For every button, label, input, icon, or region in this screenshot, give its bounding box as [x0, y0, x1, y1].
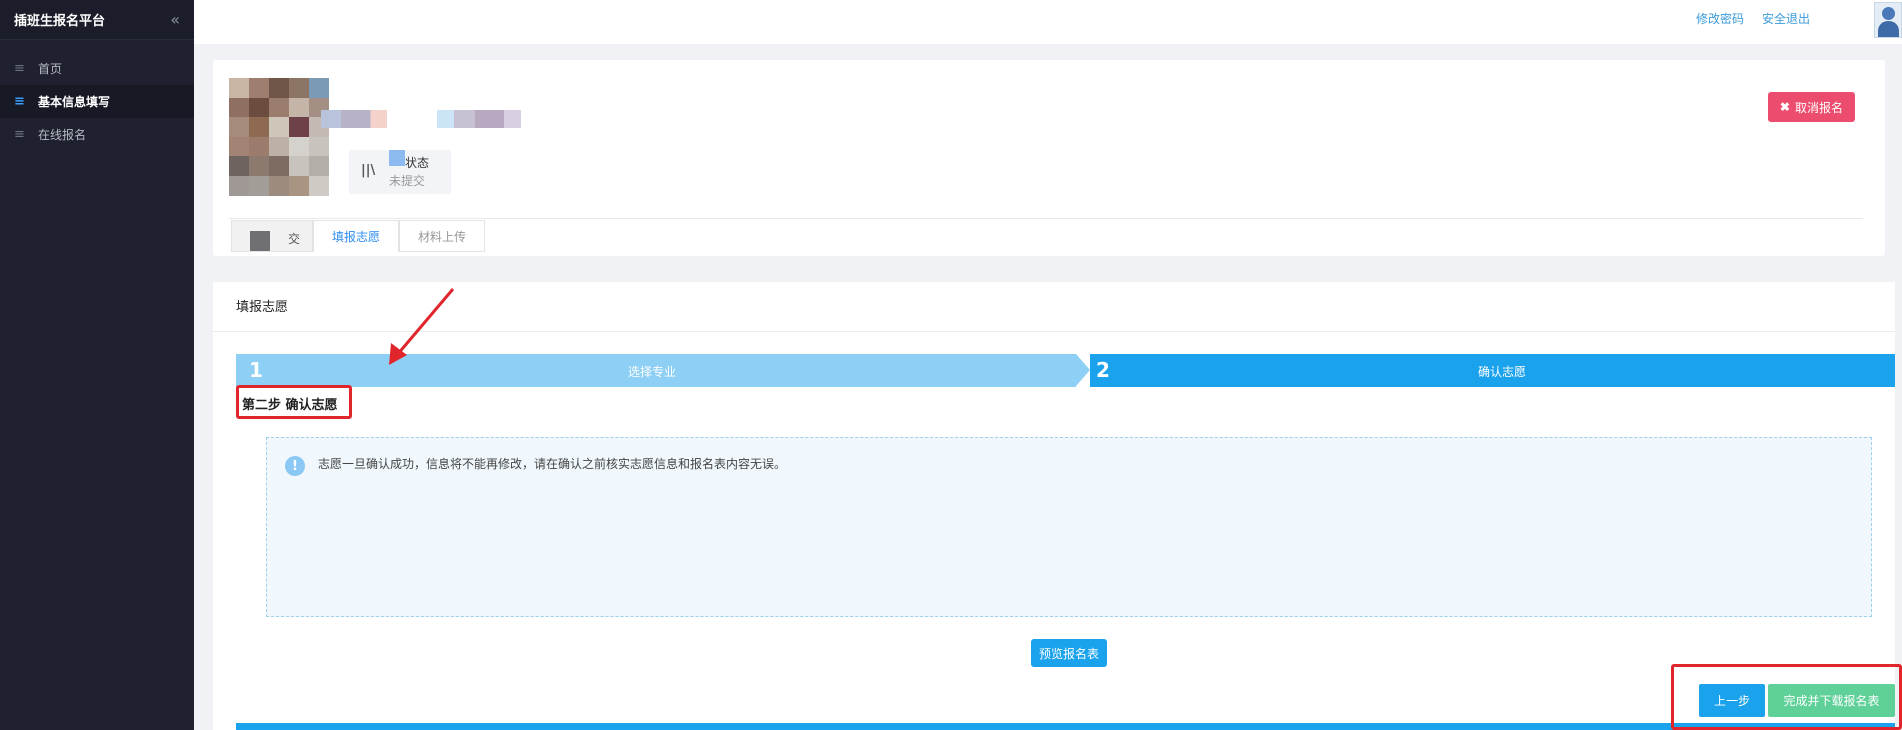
card-title-divider	[213, 331, 1895, 332]
annotation-highlight-subtitle	[236, 385, 352, 419]
tab-label: 交	[288, 232, 301, 246]
sidebar-item-label: 基本信息填写	[38, 95, 111, 109]
annotation-arrow-icon	[389, 288, 455, 365]
step-label: 确认志愿	[1478, 365, 1527, 379]
sidebar-menu: ≡ 首页 ≡ 基本信息填写 ≡ 在线报名	[0, 52, 194, 151]
step-2: 2 确认志愿	[1090, 354, 1895, 387]
avatar-shoulders	[1878, 21, 1899, 37]
annotation-highlight-buttons	[1671, 664, 1902, 730]
tab-submit[interactable]: 交	[231, 220, 313, 252]
sidebar-item-home[interactable]: ≡ 首页	[0, 52, 194, 85]
step-progress: 1 选择专业 2 确认志愿	[236, 354, 1895, 387]
status-value: 未提交	[389, 174, 426, 188]
sidebar-item-online-registration[interactable]: ≡ 在线报名	[0, 118, 194, 151]
sidebar-item-basic-info[interactable]: ≡ 基本信息填写	[0, 85, 194, 118]
menu-lines-icon: ≡	[14, 127, 25, 142]
sidebar-brand: 插班生报名平台 «	[0, 0, 194, 40]
menu-lines-icon: ≡	[14, 61, 25, 76]
submission-status: ||\ 状态 未提交	[349, 150, 451, 194]
redacted-mosaic	[250, 231, 270, 251]
menu-lines-icon: ≡	[14, 94, 25, 109]
step-number: 1	[249, 358, 263, 382]
tab-material-upload[interactable]: 材料上传	[399, 220, 486, 252]
user-avatar-icon[interactable]	[1874, 2, 1902, 38]
info-icon: !	[285, 456, 305, 476]
step-1-arrow-tip	[1076, 354, 1090, 386]
redacted-mosaic	[389, 150, 405, 166]
profile-tabs: 交 填报志愿 材料上传	[231, 220, 486, 252]
step-1: 1 选择专业	[236, 354, 1076, 387]
sidebar: 插班生报名平台 « ≡ 首页 ≡ 基本信息填写 ≡ 在线报名	[0, 0, 194, 730]
cancel-registration-button[interactable]: ✖ 取消报名	[1767, 92, 1855, 122]
tabs-divider	[229, 218, 1863, 219]
close-icon: ✖	[1779, 100, 1790, 114]
profile-photo-mosaic	[229, 78, 329, 196]
card-title: 填报志愿	[236, 300, 289, 315]
logout-link[interactable]: 安全退出	[1762, 10, 1810, 27]
avatar-head	[1882, 7, 1895, 20]
sidebar-item-label: 首页	[38, 62, 63, 76]
notice-text: 志愿一旦确认成功，信息将不能再修改，请在确认之前核实志愿信息和报名表内容无误。	[318, 457, 787, 471]
top-bar: 修改密码 安全退出	[194, 0, 1902, 44]
tab-fill-preferences[interactable]: 填报志愿	[313, 220, 400, 252]
double-chevron-left-icon[interactable]: «	[170, 10, 180, 29]
sidebar-item-label: 在线报名	[38, 128, 87, 142]
status-label: 状态	[405, 156, 430, 170]
status-bars-icon: ||\	[361, 163, 376, 178]
cancel-registration-label: 取消报名	[1794, 100, 1843, 115]
step-label: 选择专业	[628, 365, 677, 379]
profile-card: ||\ 状态 未提交 ✖ 取消报名 交 填报志愿 材料上传	[213, 60, 1885, 256]
app-title: 插班生报名平台	[14, 14, 106, 29]
change-password-link[interactable]: 修改密码	[1696, 10, 1744, 27]
redacted-id-mosaic	[437, 110, 521, 128]
header-links: 修改密码 安全退出	[1696, 10, 1810, 27]
notice-box: ! 志愿一旦确认成功，信息将不能再修改，请在确认之前核实志愿信息和报名表内容无误…	[266, 437, 1872, 617]
preview-form-button[interactable]: 预览报名表	[1031, 639, 1108, 667]
bottom-accent-bar	[236, 723, 1895, 730]
redacted-name-mosaic	[321, 110, 387, 128]
preference-card: 填报志愿 1 选择专业 2 确认志愿 第二步 确认志愿 ! 志愿一旦确认成功，信…	[213, 282, 1895, 730]
step-number: 2	[1096, 358, 1110, 382]
